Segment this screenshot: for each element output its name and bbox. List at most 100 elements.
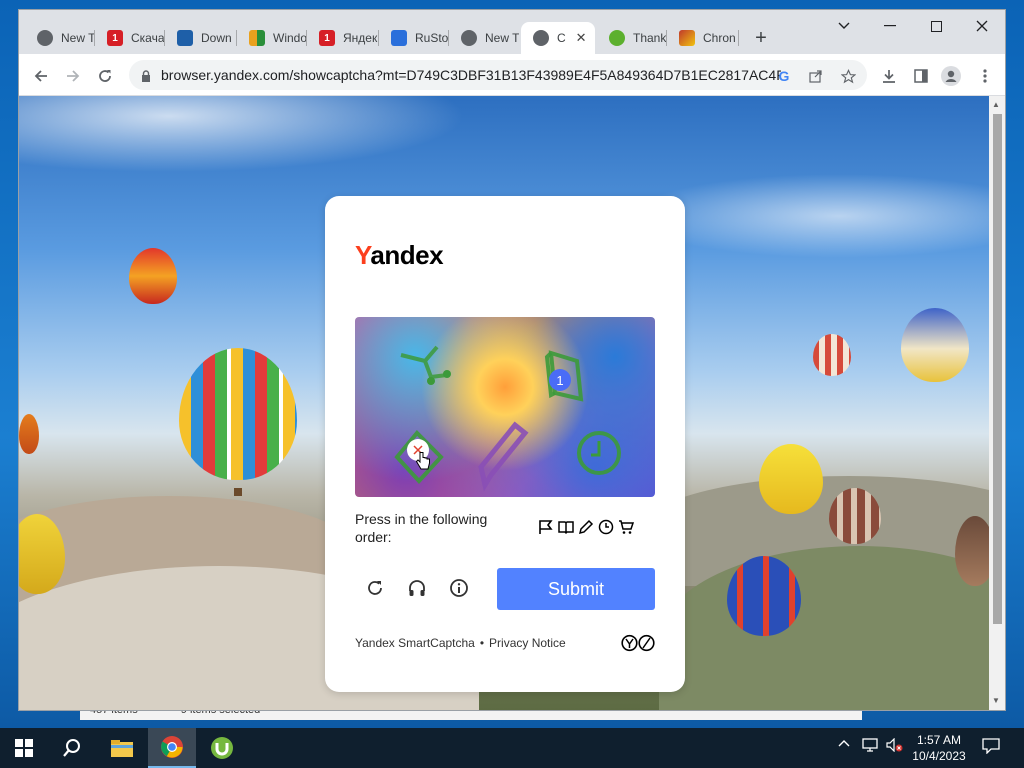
- refresh-icon[interactable]: [363, 576, 387, 600]
- hot-air-balloon: [955, 516, 989, 586]
- utorrent-icon: [609, 30, 625, 46]
- tab-close-icon[interactable]: ✕: [576, 30, 587, 46]
- reload-icon[interactable]: [91, 62, 119, 90]
- selection-marker: 1: [549, 369, 571, 391]
- share-icon[interactable]: [807, 67, 825, 85]
- volume-muted-icon[interactable]: [886, 737, 904, 755]
- tab-thank[interactable]: Thank: [597, 22, 667, 54]
- minimize-button[interactable]: [867, 12, 913, 40]
- close-window-button[interactable]: [959, 12, 1005, 40]
- vertical-scrollbar[interactable]: ▲ ▼: [989, 96, 1005, 710]
- download-site-icon: [177, 30, 193, 46]
- captcha-instruction: Press in the following order:: [355, 511, 488, 545]
- tab-label: Яндек: [343, 31, 378, 45]
- menu-kebab-icon[interactable]: [975, 66, 995, 86]
- hot-air-balloon: [19, 414, 39, 454]
- smartcaptcha-link[interactable]: Yandex SmartCaptcha: [355, 636, 475, 650]
- tab-label: Скача: [131, 31, 165, 45]
- new-tab-button[interactable]: +: [749, 26, 773, 50]
- network-icon[interactable]: [862, 738, 880, 755]
- tab-new-tab-2[interactable]: New T: [449, 22, 519, 54]
- captcha-image[interactable]: 1: [355, 317, 655, 497]
- cart-icon: [617, 518, 635, 536]
- maximize-button[interactable]: [913, 12, 959, 40]
- captcha-footer: Yandex SmartCaptcha • Privacy Notice: [355, 636, 566, 650]
- privacy-notice-link[interactable]: Privacy Notice: [489, 636, 566, 650]
- pencil-icon: [577, 518, 595, 536]
- tab-strip: New T 1 Скача Down Windo 1 Яндек RuSto N…: [19, 10, 1005, 54]
- search-icon: [63, 739, 80, 757]
- flag-icon: [537, 518, 555, 536]
- chrome-icon: [37, 30, 53, 46]
- windows-icon: [15, 739, 33, 757]
- chromium-icon: [679, 30, 695, 46]
- rustore-icon: [391, 30, 407, 46]
- book-icon: [557, 518, 575, 536]
- search-button[interactable]: [48, 728, 96, 768]
- taskbar: 1:57 AM 10/4/2023: [0, 728, 1024, 768]
- footer-separator: •: [479, 636, 485, 650]
- file-explorer-taskbar-button[interactable]: [98, 728, 146, 768]
- tab-chron[interactable]: Chron: [667, 22, 739, 54]
- captcha-card: Yandex 1 Press in the following order: S…: [325, 196, 685, 692]
- hot-air-balloon: [179, 348, 297, 480]
- folder-icon: [111, 740, 133, 757]
- tab-windows[interactable]: Windo: [237, 22, 307, 54]
- hand-pointer-icon: [415, 452, 430, 470]
- tab-label: Thank: [633, 31, 667, 45]
- tab-active-captcha[interactable]: C ✕: [521, 22, 595, 54]
- red-1-icon: 1: [107, 30, 123, 46]
- browser-toolbar: browser.yandex.com/showcaptcha?mt=D749C3…: [19, 54, 1005, 96]
- smartcaptcha-logo-icon: [621, 634, 655, 652]
- notifications-icon[interactable]: [982, 738, 1000, 757]
- hot-air-balloon: [813, 334, 851, 376]
- back-arrow-icon[interactable]: [27, 62, 55, 90]
- forward-arrow-icon[interactable]: [59, 62, 87, 90]
- globe-icon: [533, 30, 549, 46]
- tab-label: Chron: [703, 31, 736, 45]
- utorrent-icon: [211, 737, 233, 759]
- address-bar[interactable]: browser.yandex.com/showcaptcha?mt=D749C3…: [129, 60, 867, 90]
- tab-skachat[interactable]: 1 Скача: [95, 22, 165, 54]
- hot-air-balloon: [129, 248, 177, 304]
- chrome-taskbar-button[interactable]: [148, 728, 196, 768]
- tab-new-tab-1[interactable]: New T: [25, 22, 95, 54]
- show-hidden-icons-chevron-icon[interactable]: [838, 738, 850, 753]
- page-background: Yandex 1 Press in the following order: S…: [19, 96, 989, 710]
- clock-time: 1:57 AM: [916, 733, 962, 747]
- side-panel-icon[interactable]: [911, 66, 931, 86]
- submit-button[interactable]: Submit: [497, 568, 655, 610]
- tab-label: Down: [201, 31, 232, 45]
- bookmark-star-icon[interactable]: [839, 67, 857, 85]
- start-button[interactable]: [0, 728, 48, 768]
- url-text: browser.yandex.com/showcaptcha?mt=D749C3…: [161, 67, 781, 83]
- hot-air-balloon: [727, 556, 801, 636]
- hot-air-balloon: [759, 444, 823, 514]
- tab-yandex[interactable]: 1 Яндек: [307, 22, 379, 54]
- tab-label: RuSto: [415, 31, 449, 45]
- utorrent-taskbar-button[interactable]: [198, 728, 246, 768]
- captcha-order-icons: [537, 518, 635, 536]
- google-lens-icon[interactable]: G: [775, 67, 793, 85]
- scrollbar-thumb[interactable]: [993, 114, 1002, 624]
- browser-window: New T 1 Скача Down Windo 1 Яндек RuSto N…: [18, 9, 1006, 711]
- tab-rustore[interactable]: RuSto: [379, 22, 449, 54]
- clock-date: 10/4/2023: [912, 749, 966, 763]
- tab-label: C: [557, 31, 566, 45]
- tab-label: New T: [485, 31, 519, 45]
- hot-air-balloon: [901, 308, 969, 382]
- download-icon[interactable]: [879, 66, 899, 86]
- info-icon[interactable]: [447, 576, 471, 600]
- yandex-logo: Yandex: [355, 240, 444, 270]
- scroll-up-arrow-icon[interactable]: ▲: [992, 100, 1000, 109]
- lock-icon: [141, 69, 151, 82]
- chrome-icon: [161, 736, 183, 758]
- profile-avatar-icon[interactable]: [941, 66, 961, 86]
- taskbar-clock[interactable]: 1:57 AM 10/4/2023: [904, 732, 974, 764]
- tab-label: Windo: [273, 31, 307, 45]
- scroll-down-arrow-icon[interactable]: ▼: [992, 696, 1000, 705]
- tab-label: New T: [61, 31, 95, 45]
- tab-search-dropdown-icon[interactable]: [821, 12, 867, 40]
- tab-download[interactable]: Down: [165, 22, 237, 54]
- headphones-icon[interactable]: [405, 576, 429, 600]
